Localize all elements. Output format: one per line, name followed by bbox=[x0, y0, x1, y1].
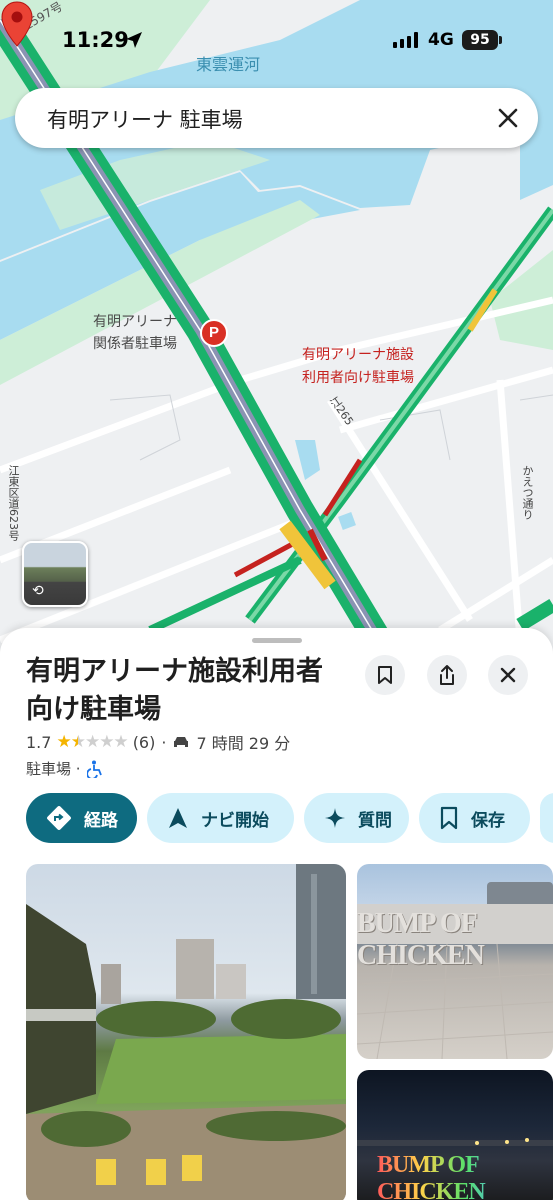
directions-label: 経路 bbox=[84, 810, 118, 831]
photo-arena-park[interactable] bbox=[26, 864, 346, 1200]
photo-sign-day[interactable]: BUMP OF CHICKEN bbox=[357, 864, 553, 1059]
navigation-arrow-icon bbox=[167, 806, 189, 830]
location-arrow-icon bbox=[126, 32, 142, 48]
bookmark-icon bbox=[439, 806, 459, 830]
start-navigation-button[interactable]: ナビ開始 bbox=[147, 793, 294, 843]
separator: · bbox=[161, 732, 167, 752]
status-bar: 11:29 4G 95 bbox=[0, 0, 553, 82]
search-input[interactable]: 有明アリーナ 駐車場 bbox=[47, 104, 243, 134]
close-icon[interactable] bbox=[492, 102, 524, 134]
map-label-user-parking-line1[interactable]: 有明アリーナ施設 bbox=[302, 345, 414, 366]
place-title: 有明アリーナ施設利用者向け駐車場 bbox=[26, 656, 323, 725]
map-label-staff-parking-line1[interactable]: 有明アリーナ bbox=[93, 313, 177, 332]
wheelchair-icon bbox=[86, 760, 102, 778]
map-label-kaetsu-street: かえつ通り bbox=[521, 465, 534, 520]
close-sheet-button[interactable] bbox=[488, 655, 528, 695]
sheet-drag-handle[interactable] bbox=[252, 638, 302, 643]
battery-icon: 95 bbox=[462, 30, 498, 50]
category-row: 駐車場 · bbox=[26, 758, 103, 779]
save-label: 保存 bbox=[471, 810, 505, 831]
place-category: 駐車場 · bbox=[26, 760, 81, 778]
photo-sign-night[interactable]: BUMP OF CHICKEN bbox=[357, 1070, 553, 1200]
street-view-thumbnail[interactable]: ⟲ bbox=[22, 541, 88, 607]
bookmark-icon bbox=[378, 666, 392, 684]
share-button[interactable] bbox=[427, 655, 467, 695]
more-actions-button[interactable] bbox=[540, 793, 553, 843]
rating-row: 1.7 ★★★★★ (6) · 7 時間 29 分 bbox=[26, 731, 290, 753]
car-icon bbox=[174, 737, 189, 747]
rating-stars-icon[interactable]: ★★★★★ bbox=[56, 732, 128, 752]
rotate-360-icon: ⟲ bbox=[32, 583, 44, 599]
close-icon bbox=[500, 667, 516, 683]
sign-text-day: BUMP OF CHICKEN bbox=[357, 908, 485, 971]
ask-button[interactable]: 質問 bbox=[304, 793, 409, 843]
cellular-signal-icon bbox=[393, 32, 418, 48]
rating-value: 1.7 bbox=[26, 732, 52, 752]
directions-icon bbox=[46, 805, 72, 831]
status-time: 11:29 bbox=[62, 28, 129, 52]
battery-tip bbox=[499, 36, 502, 44]
save-button[interactable]: 保存 bbox=[419, 793, 530, 843]
map-label-koto-road: 江東区道623号 bbox=[7, 465, 20, 541]
search-bar[interactable]: 有明アリーナ 駐車場 bbox=[15, 88, 538, 148]
share-icon bbox=[440, 665, 454, 685]
place-details-sheet[interactable]: 有明アリーナ施設利用者向け駐車場 1.7 ★★★★★ (6) · 7 時間 29… bbox=[0, 628, 553, 1200]
drive-time: 7 時間 29 分 bbox=[196, 734, 291, 753]
parking-pin[interactable]: P bbox=[200, 319, 228, 347]
map-label-staff-parking-line2[interactable]: 関係者駐車場 bbox=[93, 335, 177, 354]
photo-1-image bbox=[26, 864, 346, 1200]
network-type: 4G bbox=[428, 30, 454, 50]
start-navigation-label: ナビ開始 bbox=[201, 810, 269, 831]
sign-text-night: BUMP OF CHICKEN bbox=[377, 1152, 553, 1200]
review-count[interactable]: (6) bbox=[133, 733, 156, 752]
sparkle-icon bbox=[324, 807, 346, 829]
directions-button[interactable]: 経路 bbox=[26, 793, 137, 843]
bookmark-button[interactable] bbox=[365, 655, 405, 695]
map-label-user-parking-line2[interactable]: 利用者向け駐車場 bbox=[302, 368, 414, 389]
ask-label: 質問 bbox=[358, 810, 392, 831]
